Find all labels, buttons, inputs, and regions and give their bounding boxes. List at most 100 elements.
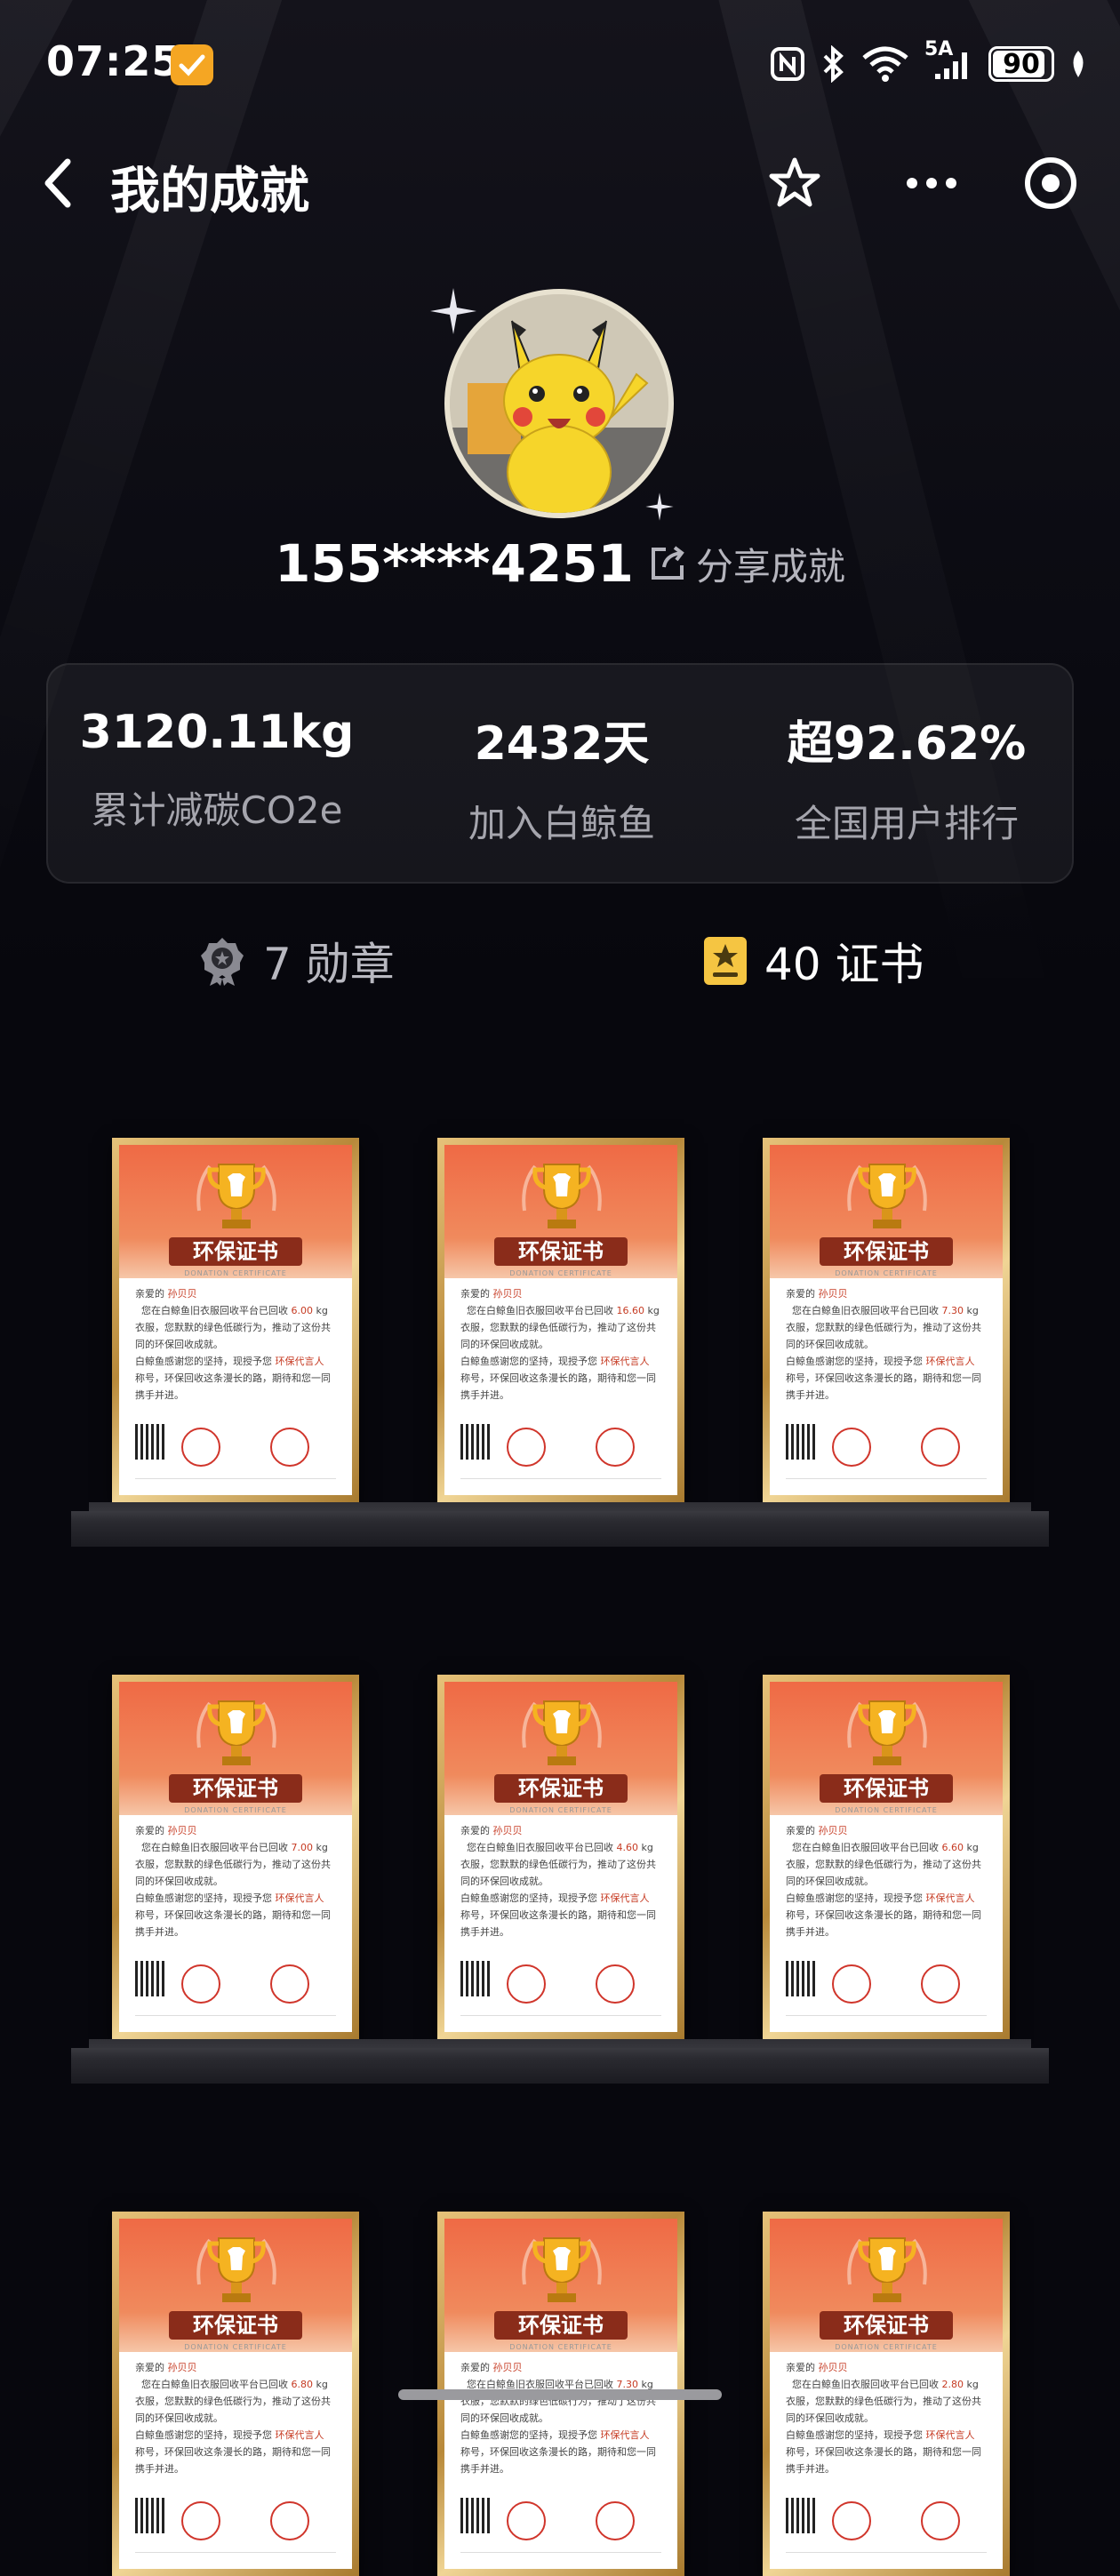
app-notification-icon bbox=[171, 44, 213, 85]
chevron-left-icon bbox=[44, 158, 71, 208]
certificate-card[interactable]: 环保证书 DONATION CERTIFICATE 亲爱的 孙贝贝 您在白鲸鱼旧… bbox=[437, 1138, 684, 1502]
trophy-icon bbox=[847, 1700, 927, 1765]
recycled-amount: 4.60 bbox=[616, 1842, 639, 1853]
recipient-name: 孙贝贝 bbox=[818, 1288, 848, 1300]
status-bar: 07:25 5A 90 bbox=[0, 0, 1120, 124]
trophy-icon bbox=[522, 1700, 602, 1765]
certificate-footer-line bbox=[135, 1478, 336, 1479]
share-achievement-button[interactable]: 分享成就 bbox=[646, 537, 845, 591]
seal-stamp bbox=[921, 1964, 960, 2004]
tab-certificates[interactable]: 40 证书 bbox=[702, 921, 924, 1001]
more-dots-icon bbox=[907, 178, 956, 188]
body-line-2: 衣服，您默默的绿色低碳行为，推动了这份共同的环保回收成就。 bbox=[786, 2396, 981, 2424]
avatar[interactable] bbox=[444, 289, 674, 518]
trophy-icon bbox=[196, 1700, 276, 1765]
seal-stamp bbox=[507, 1428, 546, 1467]
tab-medals-label: 7 勋章 bbox=[263, 939, 395, 990]
award-title: 环保代言人 bbox=[275, 1356, 324, 1367]
stat-carbon: 3120.11kg 累计减碳CO2e bbox=[48, 706, 386, 835]
body-line-4: 称号，环保回收这条漫长的路，期待和您一同携手并进。 bbox=[135, 1372, 331, 1401]
seal-stamp bbox=[832, 1428, 871, 1467]
award-title: 环保代言人 bbox=[925, 1356, 975, 1367]
seal-stamp bbox=[832, 2501, 871, 2540]
award-title: 环保代言人 bbox=[275, 2429, 324, 2441]
certificate-header: 环保证书 bbox=[770, 1145, 1003, 1278]
body-line-2: 衣服，您默默的绿色低碳行为，推动了这份共同的环保回收成就。 bbox=[135, 1859, 331, 1887]
trophy-icon bbox=[847, 1164, 927, 1228]
tab-medals[interactable]: 7 勋章 bbox=[197, 921, 395, 1001]
certificate-title: 环保证书 bbox=[820, 2311, 953, 2340]
certificate-subtitle: DONATION CERTIFICATE bbox=[509, 1269, 612, 1277]
body-line-4: 称号，环保回收这条漫长的路，期待和您一同携手并进。 bbox=[460, 1372, 656, 1401]
recipient-name: 孙贝贝 bbox=[492, 1825, 523, 1836]
certificate-title: 环保证书 bbox=[494, 1237, 628, 1266]
body-line-4: 称号，环保回收这条漫长的路，期待和您一同携手并进。 bbox=[786, 1372, 981, 1401]
certificate-footer-line bbox=[135, 2552, 336, 2553]
body-line-1: 您在白鲸鱼旧衣服回收平台已回收 bbox=[792, 2379, 939, 2390]
qr-code bbox=[786, 1424, 818, 1460]
certificate-subtitle: DONATION CERTIFICATE bbox=[509, 2343, 612, 2351]
status-time: 07:25 bbox=[46, 37, 181, 85]
body-line-4: 称号，环保回收这条漫长的路，期待和您一同携手并进。 bbox=[786, 2446, 981, 2475]
seal-stamp bbox=[270, 1964, 309, 2004]
seal-stamp bbox=[181, 1428, 220, 1467]
qr-code bbox=[786, 1961, 818, 1996]
shelf bbox=[71, 1511, 1049, 1547]
certificate-body: 亲爱的 孙贝贝 您在白鲸鱼旧衣服回收平台已回收 2.80 kg 衣服，您默默的绿色… bbox=[786, 2359, 987, 2477]
stat-ranking: 超92.62% 全国用户排行 bbox=[738, 706, 1076, 848]
certificate-subtitle: DONATION CERTIFICATE bbox=[184, 2343, 287, 2351]
certificate-card[interactable]: 环保证书 DONATION CERTIFICATE 亲爱的 孙贝贝 您在白鲸鱼旧… bbox=[112, 1675, 359, 2039]
certificate-card[interactable]: 环保证书 DONATION CERTIFICATE 亲爱的 孙贝贝 您在白鲸鱼旧… bbox=[437, 1675, 684, 2039]
back-button[interactable] bbox=[32, 148, 103, 219]
body-line-1: 您在白鲸鱼旧衣服回收平台已回收 bbox=[792, 1842, 939, 1853]
award-title: 环保代言人 bbox=[925, 1892, 975, 1904]
certificate-card[interactable]: 环保证书 DONATION CERTIFICATE 亲爱的 孙贝贝 您在白鲸鱼旧… bbox=[763, 1675, 1010, 2039]
more-button[interactable] bbox=[900, 151, 964, 215]
amount-unit: kg bbox=[966, 2379, 979, 2390]
recycled-amount: 16.60 bbox=[616, 1305, 645, 1316]
body-line-4: 称号，环保回收这条漫长的路，期待和您一同携手并进。 bbox=[460, 1909, 656, 1938]
recycled-amount: 6.80 bbox=[291, 2379, 314, 2390]
greeting: 亲爱的 bbox=[786, 1825, 815, 1836]
recipient-name: 孙贝贝 bbox=[492, 2362, 523, 2373]
recipient-name: 孙贝贝 bbox=[818, 2362, 848, 2373]
certificate-subtitle: DONATION CERTIFICATE bbox=[835, 1269, 938, 1277]
certificate-header: 环保证书 bbox=[119, 1682, 352, 1815]
seal-stamp bbox=[270, 2501, 309, 2540]
certificate-footer-line bbox=[786, 2552, 987, 2553]
close-miniapp-button[interactable] bbox=[1019, 151, 1083, 215]
body-line-3: 白鲸鱼感谢您的坚持，现授予您 bbox=[786, 1356, 923, 1367]
certificate-footer-line bbox=[460, 2552, 661, 2553]
amount-unit: kg bbox=[647, 1305, 660, 1316]
body-line-4: 称号，环保回收这条漫长的路，期待和您一同携手并进。 bbox=[135, 1909, 331, 1938]
certificate-subtitle: DONATION CERTIFICATE bbox=[184, 1269, 287, 1277]
seal-stamp bbox=[596, 2501, 635, 2540]
seal-stamp bbox=[181, 1964, 220, 2004]
seal-stamp bbox=[507, 2501, 546, 2540]
stat-days: 2432天 加入白鲸鱼 bbox=[393, 706, 731, 848]
recycled-amount: 6.00 bbox=[291, 1305, 314, 1316]
award-title: 环保代言人 bbox=[925, 2429, 975, 2441]
certificate-card[interactable]: 环保证书 DONATION CERTIFICATE 亲爱的 孙贝贝 您在白鲸鱼旧… bbox=[763, 2212, 1010, 2576]
seal-stamp bbox=[921, 2501, 960, 2540]
certificate-body: 亲爱的 孙贝贝 您在白鲸鱼旧衣服回收平台已回收 7.30 kg衣服，您默默的绿色… bbox=[460, 2359, 661, 2477]
certificate-footer-line bbox=[460, 1478, 661, 1479]
certificate-subtitle: DONATION CERTIFICATE bbox=[835, 1806, 938, 1814]
certificate-card[interactable]: 环保证书 DONATION CERTIFICATE 亲爱的 孙贝贝 您在白鲸鱼旧… bbox=[112, 2212, 359, 2576]
cellular-signal-icon: 5A bbox=[924, 38, 974, 83]
recipient-name: 孙贝贝 bbox=[167, 2362, 197, 2373]
seal-stamp bbox=[832, 1964, 871, 2004]
navigation-bar: 我的成就 bbox=[0, 124, 1120, 249]
tab-certificates-label: 40 证书 bbox=[764, 939, 924, 990]
status-icons: 5A 90 bbox=[770, 38, 1088, 87]
certificate-card[interactable]: 环保证书 DONATION CERTIFICATE 亲爱的 孙贝贝 您在白鲸鱼旧… bbox=[763, 1138, 1010, 1502]
body-line-3: 白鲸鱼感谢您的坚持，现授予您 bbox=[786, 2429, 923, 2441]
certificate-card[interactable]: 环保证书 DONATION CERTIFICATE 亲爱的 孙贝贝 您在白鲸鱼旧… bbox=[112, 1138, 359, 1502]
body-line-2: 衣服，您默默的绿色低碳行为，推动了这份共同的环保回收成就。 bbox=[786, 1322, 981, 1350]
award-title: 环保代言人 bbox=[275, 1892, 324, 1904]
certificate-header: 环保证书 bbox=[770, 2219, 1003, 2352]
trophy-icon bbox=[196, 2237, 276, 2302]
favorite-button[interactable] bbox=[763, 151, 827, 215]
certificate-title: 环保证书 bbox=[494, 2311, 628, 2340]
home-indicator[interactable] bbox=[398, 2389, 722, 2400]
